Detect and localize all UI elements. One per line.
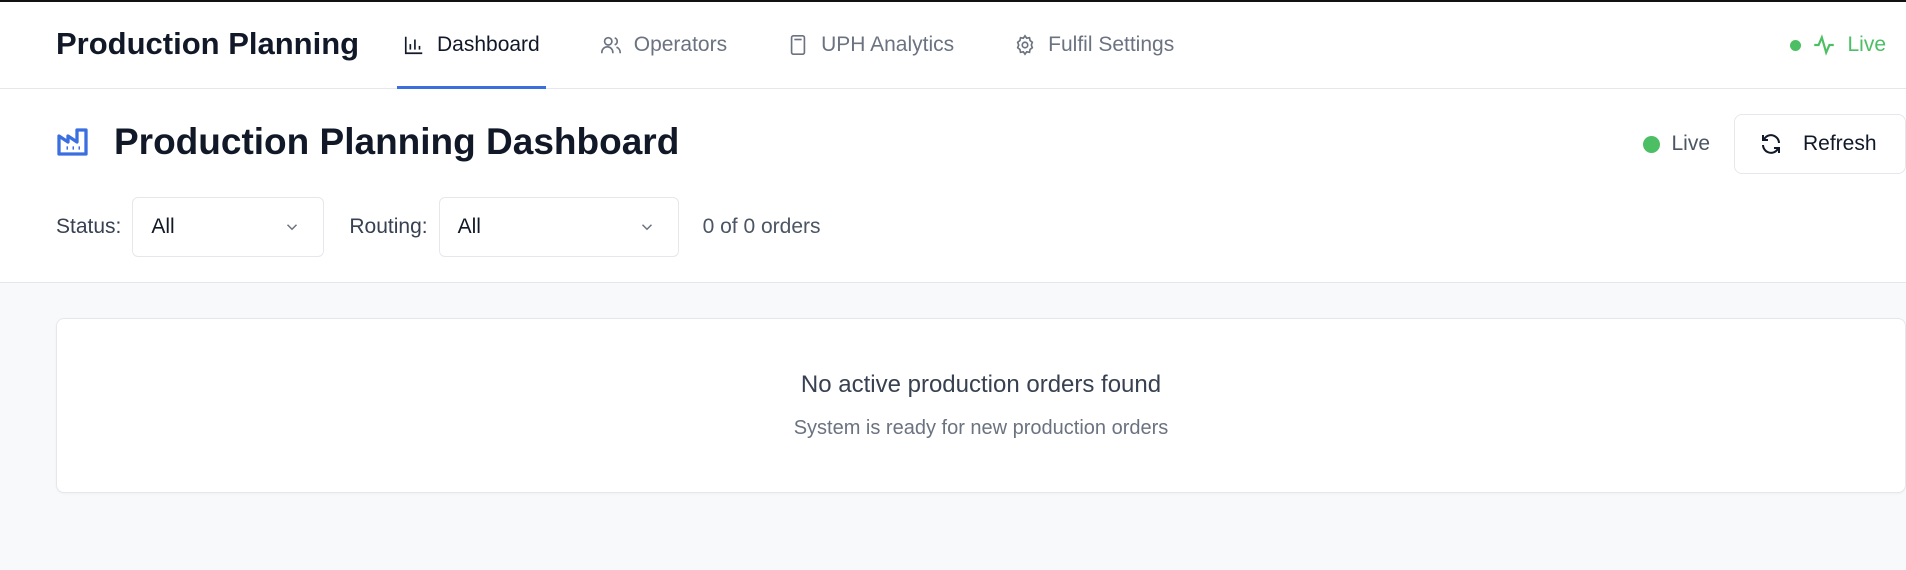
chevron-down-icon	[641, 224, 652, 231]
tab-label: Dashboard	[437, 33, 540, 56]
top-nav: Production Planning Dashboard Operators …	[0, 2, 1906, 89]
filter-bar: Status: All Routing: All 0 of 0 orders	[56, 197, 821, 257]
empty-state-subtitle: System is ready for new production order…	[793, 417, 1169, 439]
users-icon	[600, 36, 621, 54]
empty-state-card: No active production orders found System…	[56, 318, 1906, 493]
tab-uph-analytics[interactable]: UPH Analytics	[781, 2, 960, 88]
order-count: 0 of 0 orders	[702, 215, 821, 238]
status-select[interactable]: All	[132, 197, 325, 257]
routing-filter-label: Routing:	[349, 215, 428, 238]
bar-chart-icon	[404, 36, 423, 55]
refresh-button[interactable]: Refresh	[1734, 114, 1906, 174]
factory-icon	[57, 128, 88, 156]
empty-state-title: No active production orders found	[800, 371, 1162, 398]
status-filter-label: Status:	[56, 215, 122, 238]
status-select-value: All	[151, 215, 175, 238]
gear-icon	[1016, 34, 1034, 56]
header-actions: Live Refresh	[1643, 114, 1906, 174]
app-title: Production Planning	[56, 26, 360, 61]
live-dot-icon	[1643, 135, 1661, 153]
calculator-icon	[790, 35, 806, 55]
routing-select-value: All	[457, 215, 481, 238]
status-dot-icon	[1790, 39, 1802, 51]
refresh-icon	[1762, 134, 1780, 154]
live-label: Live	[1847, 33, 1886, 56]
title-row: Production Planning Dashboard	[56, 121, 679, 163]
activity-icon	[1814, 34, 1835, 56]
routing-select[interactable]: All	[438, 197, 679, 257]
dashboard-header: Production Planning Dashboard Live Refre…	[0, 89, 1906, 283]
page-title: Production Planning Dashboard	[114, 121, 680, 162]
tab-label: UPH Analytics	[821, 33, 955, 56]
tab-dashboard[interactable]: Dashboard	[397, 2, 546, 89]
refresh-label: Refresh	[1803, 132, 1877, 155]
tab-fulfil-settings[interactable]: Fulfil Settings	[1008, 2, 1180, 88]
connection-status: Live	[1790, 2, 1886, 88]
tab-operators[interactable]: Operators	[594, 2, 733, 88]
live-status-badge: Live	[1643, 132, 1710, 156]
tab-label: Fulfil Settings	[1048, 33, 1175, 56]
tab-label: Operators	[633, 33, 728, 56]
chevron-down-icon	[287, 224, 298, 231]
nav-tabs: Dashboard Operators UPH Analytics Fulfil…	[397, 2, 1228, 89]
live-label: Live	[1671, 132, 1710, 155]
